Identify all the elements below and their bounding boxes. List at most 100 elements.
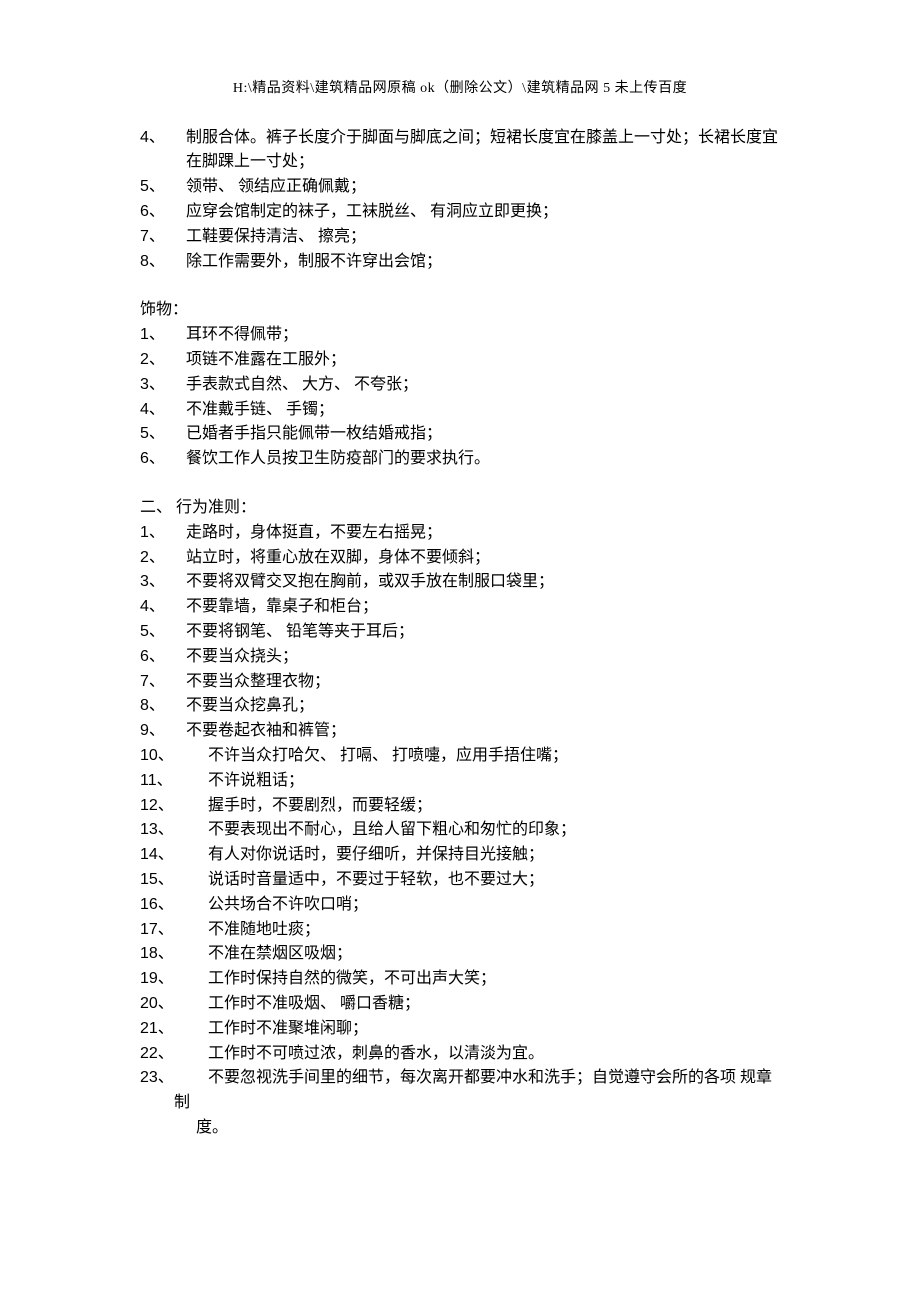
item-text: 工作时不可喷过浓，刺鼻的香水，以清淡为宜。 <box>198 1042 780 1067</box>
list-item: 22、 工作时不可喷过浓，刺鼻的香水，以清淡为宜。 <box>140 1042 780 1067</box>
item-text: 工作时不准吸烟、 嚼口香糖； <box>198 992 780 1017</box>
list-item: 5、 领带、 领结应正确佩戴； <box>140 175 780 200</box>
list-item: 5、 已婚者手指只能佩带一枚结婚戒指； <box>140 422 780 447</box>
list-item: 23、 不要忽视洗手间里的细节，每次离开都要冲水和洗手；自觉遵守会所的各项 规章 <box>140 1066 780 1091</box>
list-item: 21、 工作时不准聚堆闲聊； <box>140 1017 780 1042</box>
item-text-cont: 制 <box>140 1091 780 1116</box>
item-number: 18、 <box>140 942 198 967</box>
list-item: 17、 不准随地吐痰； <box>140 918 780 943</box>
item-text: 应穿会馆制定的袜子，工袜脱丝、 有洞应立即更换； <box>186 200 780 225</box>
list-item: 8、 不要当众挖鼻孔； <box>140 694 780 719</box>
item-number: 16、 <box>140 893 198 918</box>
item-text: 工作时保持自然的微笑，不可出声大笑； <box>198 967 780 992</box>
list-item: 12、 握手时，不要剧烈，而要轻缓； <box>140 794 780 819</box>
section-title: 饰物： <box>140 298 780 323</box>
item-text: 耳环不得佩带； <box>186 323 780 348</box>
item-number: 23、 <box>140 1066 198 1091</box>
list-item: 6、 餐饮工作人员按卫生防疫部门的要求执行。 <box>140 447 780 472</box>
list-item: 1、 走路时，身体挺直，不要左右摇晃； <box>140 521 780 546</box>
item-text: 手表款式自然、 大方、 不夸张； <box>186 373 780 398</box>
item-number: 17、 <box>140 918 198 943</box>
item-text: 不要将双臂交叉抱在胸前，或双手放在制服口袋里； <box>186 570 780 595</box>
list-item: 9、 不要卷起衣袖和裤管； <box>140 719 780 744</box>
item-text: 不要表现出不耐心，且给人留下粗心和匆忙的印象； <box>198 818 780 843</box>
list-item: 6、 应穿会馆制定的袜子，工袜脱丝、 有洞应立即更换； <box>140 200 780 225</box>
item-number: 15、 <box>140 868 198 893</box>
section-conduct: 二、 行为准则： 1、 走路时，身体挺直，不要左右摇晃； 2、 站立时，将重心放… <box>140 496 780 1141</box>
list-item: 19、 工作时保持自然的微笑，不可出声大笑； <box>140 967 780 992</box>
item-number: 11、 <box>140 769 198 794</box>
list-item: 13、 不要表现出不耐心，且给人留下粗心和匆忙的印象； <box>140 818 780 843</box>
item-text: 不许当众打哈欠、 打嗝、 打喷嚏，应用手捂住嘴； <box>198 744 780 769</box>
item-number: 1、 <box>140 323 186 348</box>
item-text: 公共场合不许吹口哨； <box>198 893 780 918</box>
item-number: 1、 <box>140 521 186 546</box>
item-number: 3、 <box>140 373 186 398</box>
item-number: 2、 <box>140 348 186 373</box>
list-item: 3、 不要将双臂交叉抱在胸前，或双手放在制服口袋里； <box>140 570 780 595</box>
list-item: 4、 制服合体。裤子长度介于脚面与脚底之间；短裙长度宜在膝盖上一寸处；长裙长度宜 <box>140 126 780 151</box>
item-number: 2、 <box>140 546 186 571</box>
item-text: 有人对你说话时，要仔细听，并保持目光接触； <box>198 843 780 868</box>
list-item: 15、 说话时音量适中，不要过于轻软，也不要过大； <box>140 868 780 893</box>
list-item: 2、 站立时，将重心放在双脚，身体不要倾斜； <box>140 546 780 571</box>
item-text: 不准随地吐痰； <box>198 918 780 943</box>
item-text: 不要忽视洗手间里的细节，每次离开都要冲水和洗手；自觉遵守会所的各项 规章 <box>198 1066 780 1091</box>
header-path: H:\精品资料\建筑精品网原稿 ok（删除公文）\建筑精品网 5 未上传百度 <box>140 78 780 100</box>
item-text: 不要当众挠头； <box>186 645 780 670</box>
list-item: 8、 除工作需要外，制服不许穿出会馆； <box>140 250 780 275</box>
item-text: 不要卷起衣袖和裤管； <box>186 719 780 744</box>
list-item: 4、 不准戴手链、 手镯； <box>140 398 780 423</box>
item-number: 5、 <box>140 620 186 645</box>
item-text: 已婚者手指只能佩带一枚结婚戒指； <box>186 422 780 447</box>
list-item: 4、 不要靠墙，靠桌子和柜台； <box>140 595 780 620</box>
item-number: 10、 <box>140 744 198 769</box>
item-text: 工作时不准聚堆闲聊； <box>198 1017 780 1042</box>
item-text: 不要靠墙，靠桌子和柜台； <box>186 595 780 620</box>
section-title: 二、 行为准则： <box>140 496 780 521</box>
item-number: 20、 <box>140 992 198 1017</box>
item-text: 不要当众整理衣物； <box>186 670 780 695</box>
list-item: 11、 不许说粗话； <box>140 769 780 794</box>
list-item: 3、 手表款式自然、 大方、 不夸张； <box>140 373 780 398</box>
item-number: 8、 <box>140 694 186 719</box>
item-text-cont: 度。 <box>140 1116 780 1141</box>
list-item: 1、 耳环不得佩带； <box>140 323 780 348</box>
item-text: 站立时，将重心放在双脚，身体不要倾斜； <box>186 546 780 571</box>
item-text: 不准戴手链、 手镯； <box>186 398 780 423</box>
item-number: 4、 <box>140 126 186 151</box>
list-item: 14、 有人对你说话时，要仔细听，并保持目光接触； <box>140 843 780 868</box>
item-text: 走路时，身体挺直，不要左右摇晃； <box>186 521 780 546</box>
list-item: 6、 不要当众挠头； <box>140 645 780 670</box>
item-text: 除工作需要外，制服不许穿出会馆； <box>186 250 780 275</box>
item-number: 3、 <box>140 570 186 595</box>
item-number: 5、 <box>140 422 186 447</box>
list-item: 7、 不要当众整理衣物； <box>140 670 780 695</box>
item-text: 说话时音量适中，不要过于轻软，也不要过大； <box>198 868 780 893</box>
item-text: 不要当众挖鼻孔； <box>186 694 780 719</box>
item-number: 6、 <box>140 645 186 670</box>
item-number: 5、 <box>140 175 186 200</box>
list-item: 2、 项链不准露在工服外； <box>140 348 780 373</box>
item-number: 21、 <box>140 1017 198 1042</box>
item-number: 6、 <box>140 200 186 225</box>
item-text: 不准在禁烟区吸烟； <box>198 942 780 967</box>
item-text-cont: 在脚踝上一寸处； <box>140 150 780 175</box>
item-text: 工鞋要保持清洁、 擦亮； <box>186 225 780 250</box>
item-number: 4、 <box>140 398 186 423</box>
item-number: 4、 <box>140 595 186 620</box>
item-text: 项链不准露在工服外； <box>186 348 780 373</box>
item-number: 8、 <box>140 250 186 275</box>
item-text: 不许说粗话； <box>198 769 780 794</box>
item-number: 7、 <box>140 670 186 695</box>
item-text: 领带、 领结应正确佩戴； <box>186 175 780 200</box>
section-uniform-continued: 4、 制服合体。裤子长度介于脚面与脚底之间；短裙长度宜在膝盖上一寸处；长裙长度宜… <box>140 126 780 275</box>
list-item: 7、 工鞋要保持清洁、 擦亮； <box>140 225 780 250</box>
item-number: 14、 <box>140 843 198 868</box>
list-item: 20、 工作时不准吸烟、 嚼口香糖； <box>140 992 780 1017</box>
item-text: 制服合体。裤子长度介于脚面与脚底之间；短裙长度宜在膝盖上一寸处；长裙长度宜 <box>186 126 780 151</box>
list-item: 18、 不准在禁烟区吸烟； <box>140 942 780 967</box>
list-item: 10、 不许当众打哈欠、 打嗝、 打喷嚏，应用手捂住嘴； <box>140 744 780 769</box>
item-number: 19、 <box>140 967 198 992</box>
item-text: 餐饮工作人员按卫生防疫部门的要求执行。 <box>186 447 780 472</box>
